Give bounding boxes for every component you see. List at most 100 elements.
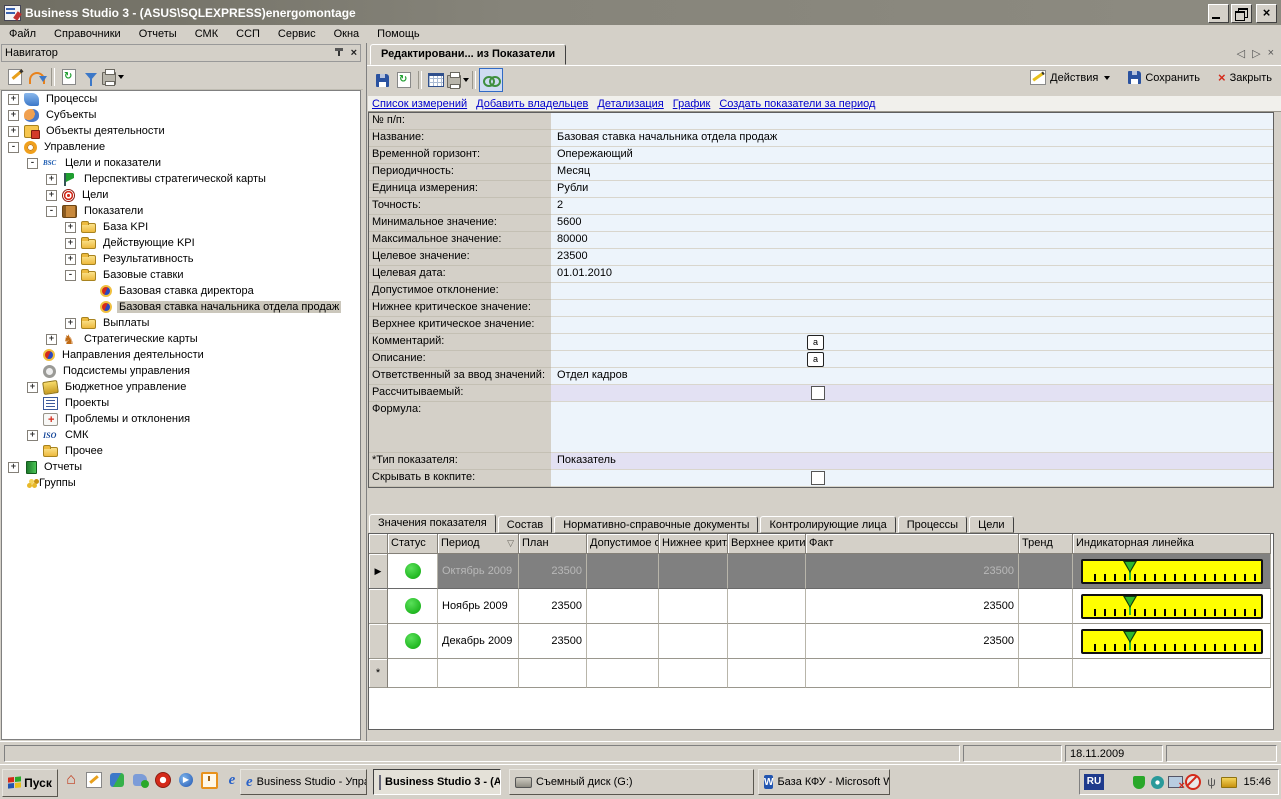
tree-item-7[interactable]: -Показатели	[2, 203, 360, 219]
tray-cd-icon[interactable]	[1149, 774, 1165, 790]
column-header-7[interactable]: Факт	[806, 534, 1019, 554]
form-value-field[interactable]: 01.01.2010	[551, 266, 1273, 283]
table-row-1[interactable]: Ноябрь 20092350023500	[369, 589, 1273, 624]
menu-item-0[interactable]: Файл	[0, 26, 45, 42]
form-value-field[interactable]: Месяц	[551, 164, 1273, 181]
start-button[interactable]: Пуск	[2, 769, 58, 797]
task-button-0[interactable]: eBusiness Studio - Управ...	[240, 769, 367, 795]
form-value-field[interactable]: 23500	[551, 249, 1273, 266]
menu-item-6[interactable]: Окна	[325, 26, 369, 42]
table-row-0[interactable]: ▶Октябрь 20092350023500	[369, 554, 1273, 589]
expand-icon[interactable]: +	[8, 110, 19, 121]
form-value-field[interactable]: Опережающий	[551, 147, 1273, 164]
memo-button[interactable]: a	[807, 352, 824, 367]
tree-item-2[interactable]: +Объекты деятельности	[2, 123, 360, 139]
tree-item-6[interactable]: +Цели	[2, 187, 360, 203]
tab-5[interactable]: Цели	[969, 516, 1013, 533]
filter-toolbar-button[interactable]	[80, 66, 102, 88]
form-value-field[interactable]: 80000	[551, 232, 1273, 249]
quick-launch-opera-icon[interactable]	[154, 771, 172, 789]
collapse-icon[interactable]: -	[65, 270, 76, 281]
expand-icon[interactable]: +	[27, 430, 38, 441]
tab-next-icon[interactable]: ▷	[1252, 47, 1260, 60]
tab-2[interactable]: Нормативно-справочные документы	[554, 516, 758, 533]
redo-toolbar-button[interactable]	[26, 66, 48, 88]
tree-item-9[interactable]: +Действующие KPI	[2, 235, 360, 251]
form-value-field[interactable]	[551, 300, 1273, 317]
expand-icon[interactable]: +	[8, 126, 19, 137]
tray-wifi-icon[interactable]: ψ	[1203, 774, 1219, 790]
form-value-field[interactable]: a	[551, 351, 1273, 368]
form-value-field[interactable]: Рубли	[551, 181, 1273, 198]
column-header-1[interactable]: Статус	[388, 534, 438, 554]
expand-icon[interactable]: +	[8, 462, 19, 473]
close-icon[interactable]: ×	[1256, 4, 1277, 23]
row-selector[interactable]	[369, 624, 388, 659]
form-value-field[interactable]: 5600	[551, 215, 1273, 232]
save-button[interactable]: Сохранить	[1124, 69, 1204, 86]
memo-button[interactable]: a	[807, 335, 824, 350]
checkbox[interactable]	[811, 471, 825, 485]
tree-item-15[interactable]: +Стратегические карты	[2, 331, 360, 347]
form-value-field[interactable]	[551, 283, 1273, 300]
tree-item-19[interactable]: Проекты	[2, 395, 360, 411]
form-value-field[interactable]	[551, 113, 1273, 130]
grid-toolbar-button[interactable]	[425, 69, 447, 91]
tree-item-11[interactable]: -Базовые ставки	[2, 267, 360, 283]
task-button-3[interactable]: WБаза КФУ - Microsoft Word	[758, 769, 890, 795]
navigator-close-icon[interactable]: ×	[351, 47, 357, 59]
restore-icon[interactable]	[1231, 4, 1252, 23]
tree-item-5[interactable]: +Перспективы стратегической карты	[2, 171, 360, 187]
link-2[interactable]: Детализация	[597, 98, 663, 110]
tray-block-icon[interactable]	[1185, 774, 1201, 790]
refresh-toolbar-button[interactable]	[393, 69, 415, 91]
form-value-field[interactable]	[551, 385, 1273, 402]
column-header-8[interactable]: Тренд	[1019, 534, 1073, 554]
tree-item-24[interactable]: Группы	[2, 475, 360, 491]
new-row-selector[interactable]: *	[369, 659, 388, 688]
column-header-0[interactable]	[369, 534, 388, 554]
column-header-3[interactable]: План	[519, 534, 587, 554]
tree-item-23[interactable]: +Отчеты	[2, 459, 360, 475]
expand-icon[interactable]: +	[8, 94, 19, 105]
minimize-icon[interactable]	[1208, 4, 1229, 23]
tree-item-17[interactable]: Подсистемы управления	[2, 363, 360, 379]
form-value-field[interactable]	[551, 402, 1273, 453]
actions-button[interactable]: Действия	[1026, 68, 1114, 87]
close-button[interactable]: × Закрыть	[1214, 69, 1276, 86]
tree-item-0[interactable]: +Процессы	[2, 91, 360, 107]
expand-icon[interactable]: +	[46, 174, 57, 185]
tree-item-16[interactable]: Направления деятельности	[2, 347, 360, 363]
column-header-2[interactable]: Период▽	[438, 534, 519, 554]
collapse-icon[interactable]: -	[27, 158, 38, 169]
column-header-9[interactable]: Индикаторная линейка	[1073, 534, 1271, 554]
form-value-field[interactable]: Базовая ставка начальника отдела продаж	[551, 130, 1273, 147]
quick-launch-clock-icon[interactable]	[200, 771, 218, 789]
tab-3[interactable]: Контролирующие лица	[760, 516, 895, 533]
expand-icon[interactable]: +	[46, 190, 57, 201]
refresh-toolbar-button[interactable]	[58, 66, 80, 88]
edit-toolbar-button[interactable]	[4, 66, 26, 88]
expand-icon[interactable]: +	[65, 238, 76, 249]
new-row[interactable]: *	[369, 659, 1273, 688]
menu-item-3[interactable]: СМК	[186, 26, 227, 42]
column-header-5[interactable]: Нижнее крит...	[659, 534, 728, 554]
menu-item-2[interactable]: Отчеты	[130, 26, 186, 42]
task-button-1[interactable]: Business Studio 3 - (ASU...	[373, 769, 501, 795]
checkbox[interactable]	[811, 386, 825, 400]
quick-launch-ie-icon[interactable]: e	[223, 771, 241, 789]
tree-item-4[interactable]: -Цели и показатели	[2, 155, 360, 171]
tree-item-22[interactable]: Прочее	[2, 443, 360, 459]
expand-icon[interactable]: +	[65, 222, 76, 233]
form-value-field[interactable]: a	[551, 334, 1273, 351]
tree-item-14[interactable]: +Выплаты	[2, 315, 360, 331]
pin-icon[interactable]	[333, 47, 345, 59]
editor-tab[interactable]: Редактировани... из Показатели	[370, 44, 566, 65]
tab-0[interactable]: Значения показателя	[369, 514, 496, 533]
menu-item-5[interactable]: Сервис	[269, 26, 325, 42]
tab-close-icon[interactable]: ×	[1268, 47, 1274, 60]
form-value-field[interactable]	[551, 317, 1273, 334]
quick-launch-write-icon[interactable]	[85, 771, 103, 789]
print-toolbar-button[interactable]	[102, 66, 124, 88]
tree-item-18[interactable]: +Бюджетное управление	[2, 379, 360, 395]
